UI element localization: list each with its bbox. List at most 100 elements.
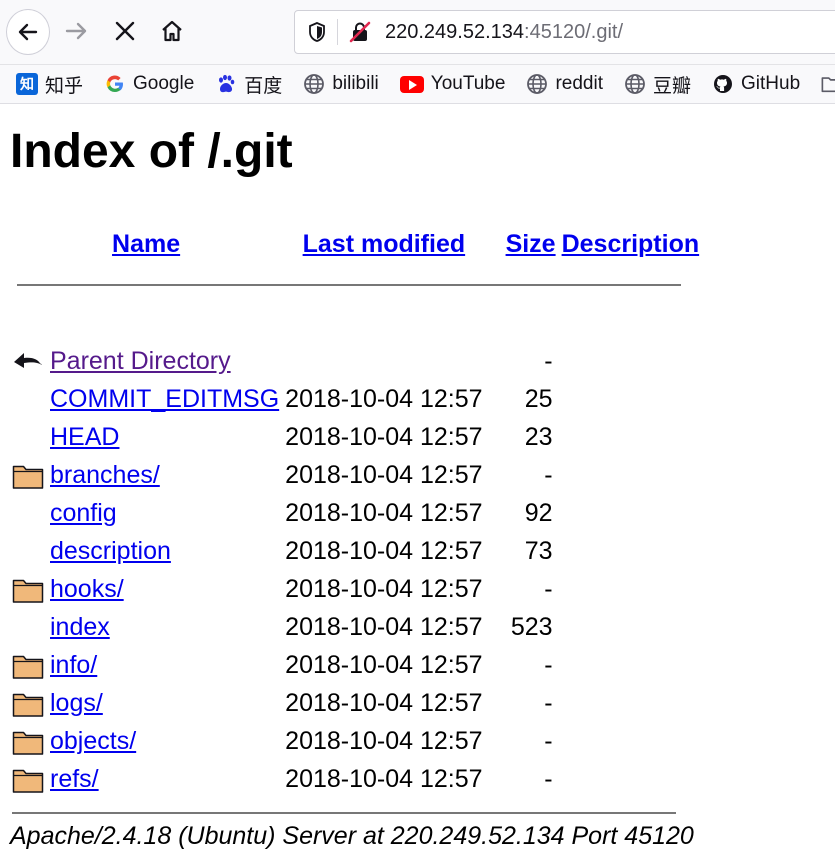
file-link[interactable]: info/ [50, 651, 97, 679]
bookmark-youtube[interactable]: YouTube [399, 73, 505, 95]
folder-icon [12, 769, 44, 793]
date-cell: 2018-10-04 12:57 [285, 688, 483, 717]
file-link[interactable]: HEAD [50, 423, 119, 451]
folder-icon [12, 731, 44, 755]
bookmark-github[interactable]: GitHub [712, 73, 800, 95]
separator-line [12, 812, 676, 814]
bookmark-baidu[interactable]: 百度 [215, 71, 282, 98]
size-cell: - [544, 574, 553, 603]
bookmark-zhihu[interactable]: 知 知乎 [16, 71, 83, 98]
description-column-header: Description [556, 222, 703, 266]
file-link[interactable]: description [50, 537, 171, 565]
spacer-row [12, 304, 702, 342]
file-link[interactable]: config [50, 499, 117, 527]
table-row: description 2018-10-04 12:57 73 [12, 532, 702, 570]
size-cell: - [544, 764, 553, 793]
bookmark-label: reddit [555, 73, 603, 94]
date-cell: 2018-10-04 12:57 [285, 574, 483, 603]
table-row: COMMIT_EDITMSG 2018-10-04 12:57 25 [12, 380, 702, 418]
bookmark-label: 豆瓣 [652, 75, 691, 97]
bookmark-label: GitHub [741, 73, 801, 94]
sort-by-description-link[interactable]: Description [562, 230, 700, 258]
file-link[interactable]: refs/ [50, 765, 99, 793]
icon-cell [12, 684, 47, 722]
table-row: logs/2018-10-04 12:57 - [12, 684, 702, 722]
date-cell [282, 342, 485, 380]
date-cell: 2018-10-04 12:57 [285, 460, 483, 489]
url-text[interactable]: 220.249.52.134:45120/.git/ [385, 20, 623, 44]
size-cell: - [544, 460, 553, 489]
file-link[interactable]: objects/ [50, 727, 136, 755]
icon-cell [12, 608, 47, 646]
table-row: HEAD 2018-10-04 12:57 23 [12, 418, 702, 456]
table-row: config 2018-10-04 12:57 92 [12, 494, 702, 532]
bookmark-douban[interactable]: 豆瓣 [624, 71, 691, 98]
file-link[interactable]: logs/ [50, 689, 103, 717]
name-cell: COMMIT_EDITMSG [47, 380, 282, 418]
icon-cell [12, 722, 47, 760]
date-cell: 2018-10-04 12:57 [285, 422, 483, 451]
size-column-header: Size [486, 222, 556, 266]
server-signature: Apache/2.4.18 (Ubuntu) Server at 220.249… [10, 822, 694, 850]
date-cell: 2018-10-04 12:57 [285, 650, 483, 679]
file-link[interactable]: branches/ [50, 461, 160, 489]
header-row: Name Last modified Size Description [12, 222, 702, 266]
spacer-cell [12, 304, 702, 342]
folder-icon [12, 579, 44, 603]
parent-directory-link[interactable]: Parent Directory [50, 347, 231, 375]
file-link[interactable]: COMMIT_EDITMSG [50, 385, 279, 413]
insecure-lock-icon[interactable] [349, 21, 371, 43]
youtube-icon [399, 75, 424, 93]
icon-header [12, 222, 47, 266]
size-cell: 25 [524, 384, 553, 413]
size-cell: 73 [524, 536, 553, 565]
size-cell: - [544, 688, 553, 717]
size-cell: - [544, 346, 553, 375]
table-row: refs/2018-10-04 12:57 - [12, 760, 702, 798]
icon-cell [12, 418, 47, 456]
folder-icon [821, 73, 835, 95]
name-cell: refs/ [47, 760, 282, 798]
home-icon [162, 20, 182, 42]
github-icon [712, 73, 734, 95]
size-cell: - [544, 726, 553, 755]
bookmark-bilibili[interactable]: bilibili [303, 73, 379, 95]
forward-button[interactable] [58, 11, 96, 51]
size-cell: - [544, 650, 553, 679]
separator-line [17, 284, 681, 286]
last-modified-column-header: Last modified [282, 222, 485, 266]
page-content: Index of /.git Name Last modified Size D… [0, 104, 835, 851]
shield-icon[interactable] [307, 21, 327, 43]
table-row: branches/2018-10-04 12:57 - [12, 456, 702, 494]
stop-button[interactable] [106, 11, 144, 51]
globe-icon [526, 73, 548, 95]
file-link[interactable]: index [50, 613, 110, 641]
date-cell: 2018-10-04 12:57 [285, 498, 483, 527]
zhihu-icon: 知 [16, 73, 38, 95]
table-row: info/2018-10-04 12:57 - [12, 646, 702, 684]
globe-icon [303, 73, 325, 95]
bookmark-google[interactable]: Google [104, 73, 194, 95]
sort-by-last-modified-link[interactable]: Last modified [303, 230, 466, 258]
description-cell [556, 418, 703, 456]
description-cell [556, 494, 703, 532]
address-bar[interactable]: 220.249.52.134:45120/.git/ [294, 10, 835, 54]
separator-cell [12, 266, 702, 304]
date-cell: 2018-10-04 12:57 [285, 384, 483, 413]
sort-by-size-link[interactable]: Size [506, 230, 556, 258]
bookmark-folder[interactable] [821, 73, 835, 95]
size-cell: 523 [510, 612, 553, 641]
back-button[interactable] [6, 9, 50, 55]
page-title: Index of /.git [10, 125, 293, 178]
description-cell [556, 760, 703, 798]
name-cell: config [47, 494, 282, 532]
file-link[interactable]: hooks/ [50, 575, 124, 603]
name-cell: logs/ [47, 684, 282, 722]
home-button[interactable] [153, 11, 191, 51]
google-icon [104, 73, 126, 95]
bookmark-reddit[interactable]: reddit [526, 73, 603, 95]
sort-by-name-link[interactable]: Name [112, 230, 180, 258]
table-row: objects/2018-10-04 12:57 - [12, 722, 702, 760]
bookmark-label: bilibili [332, 73, 379, 94]
name-column-header: Name [47, 222, 282, 266]
